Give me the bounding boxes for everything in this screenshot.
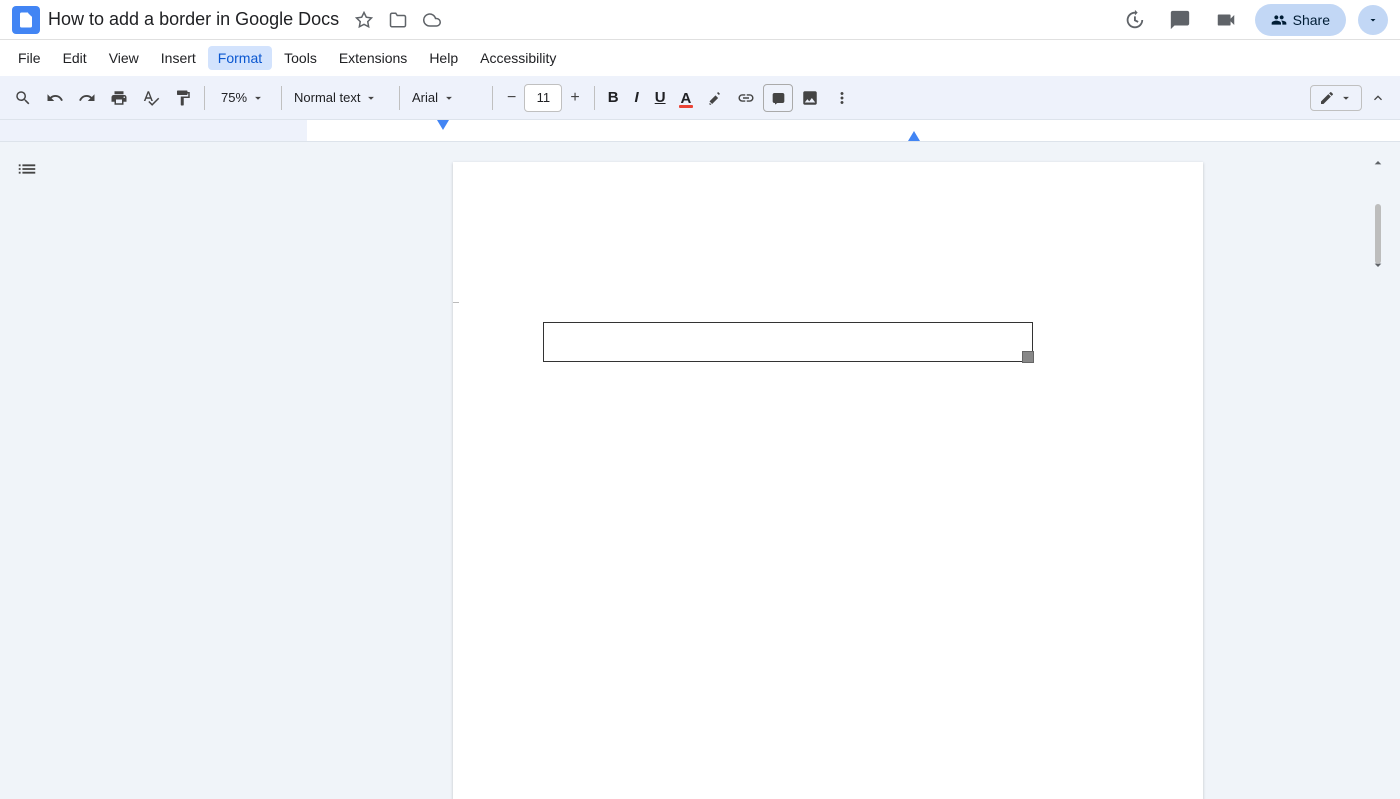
star-button[interactable] — [351, 7, 377, 33]
menu-view[interactable]: View — [99, 46, 149, 70]
more-options-button[interactable] — [827, 84, 857, 112]
zoom-select[interactable]: 75% — [211, 86, 275, 109]
font-size-decrease-button[interactable]: − — [499, 85, 524, 111]
italic-button[interactable]: I — [628, 84, 646, 111]
left-sidebar — [0, 142, 300, 799]
title-icons — [351, 7, 445, 33]
toolbar-separator-5 — [594, 86, 595, 110]
margin-marker-top — [453, 302, 459, 303]
menu-file[interactable]: File — [8, 46, 51, 70]
right-sidebar — [1356, 142, 1400, 799]
italic-label: I — [635, 89, 639, 106]
text-color-icon: A — [681, 90, 692, 107]
font-size-increase-button[interactable]: + — [562, 85, 587, 111]
ruler — [0, 120, 1400, 142]
toolbar-separator-1 — [204, 86, 205, 110]
zoom-value: 75% — [221, 90, 247, 105]
print-button[interactable] — [104, 84, 134, 112]
meet-button[interactable] — [1209, 3, 1243, 37]
highlight-button[interactable] — [699, 84, 729, 112]
menu-extensions[interactable]: Extensions — [329, 46, 417, 70]
text-color-button[interactable]: A — [675, 85, 698, 111]
insert-image-button[interactable] — [795, 84, 825, 112]
scrollbar-thumb[interactable] — [1375, 204, 1381, 264]
menu-edit[interactable]: Edit — [53, 46, 97, 70]
document-area[interactable] — [300, 142, 1356, 799]
collapse-toolbar-button[interactable] — [1364, 85, 1392, 111]
main-area — [0, 142, 1400, 799]
menu-insert[interactable]: Insert — [151, 46, 206, 70]
underline-label: U — [655, 89, 666, 106]
menu-bar: File Edit View Insert Format Tools Exten… — [0, 40, 1400, 76]
cloud-button[interactable] — [419, 7, 445, 33]
ruler-left-margin — [0, 120, 307, 141]
folder-button[interactable] — [385, 7, 411, 33]
font-style-value: Normal text — [294, 90, 360, 105]
menu-help[interactable]: Help — [419, 46, 468, 70]
sidebar-scroll-up[interactable] — [1364, 150, 1392, 176]
outline-icon[interactable] — [12, 154, 288, 190]
doc-title: How to add a border in Google Docs — [48, 9, 339, 30]
left-page-margin — [12, 198, 20, 787]
share-dropdown-button[interactable] — [1358, 5, 1388, 35]
toolbar-separator-3 — [399, 86, 400, 110]
document-page[interactable] — [453, 162, 1203, 799]
spellcheck-button[interactable] — [136, 84, 166, 112]
title-bar: How to add a border in Google Docs Share — [0, 0, 1400, 40]
toolbar-right — [1310, 85, 1392, 111]
font-name-select[interactable]: Arial — [406, 86, 486, 109]
doc-icon — [12, 6, 40, 34]
comments-button[interactable] — [1163, 3, 1197, 37]
ruler-tab-right — [908, 131, 920, 141]
share-button[interactable]: Share — [1255, 4, 1346, 36]
underline-button[interactable]: U — [648, 84, 673, 111]
bold-button[interactable]: B — [601, 84, 626, 111]
ruler-tab-left — [437, 120, 449, 130]
ruler-inner — [307, 120, 1400, 141]
header-right: Share — [1117, 3, 1388, 37]
text-color-bar — [679, 105, 694, 108]
add-comment-button[interactable] — [763, 84, 793, 112]
undo-button[interactable] — [40, 84, 70, 112]
link-button[interactable] — [731, 84, 761, 112]
toolbar-separator-2 — [281, 86, 282, 110]
share-label: Share — [1293, 12, 1330, 28]
paint-format-button[interactable] — [168, 84, 198, 112]
font-style-select[interactable]: Normal text — [288, 86, 393, 109]
font-name-value: Arial — [412, 90, 438, 105]
menu-tools[interactable]: Tools — [274, 46, 327, 70]
edit-mode-button[interactable] — [1310, 85, 1362, 111]
menu-accessibility[interactable]: Accessibility — [470, 46, 566, 70]
history-button[interactable] — [1117, 3, 1151, 37]
search-button[interactable] — [8, 84, 38, 112]
toolbar: 75% Normal text Arial − 11 + B I U A — [0, 76, 1400, 120]
bold-label: B — [608, 89, 619, 106]
table-resize-handle[interactable] — [1022, 351, 1034, 363]
table-element[interactable] — [543, 322, 1033, 362]
menu-format[interactable]: Format — [208, 46, 272, 70]
toolbar-separator-4 — [492, 86, 493, 110]
font-size-value[interactable]: 11 — [524, 84, 562, 112]
redo-button[interactable] — [72, 84, 102, 112]
font-size-container: − 11 + — [499, 84, 588, 112]
